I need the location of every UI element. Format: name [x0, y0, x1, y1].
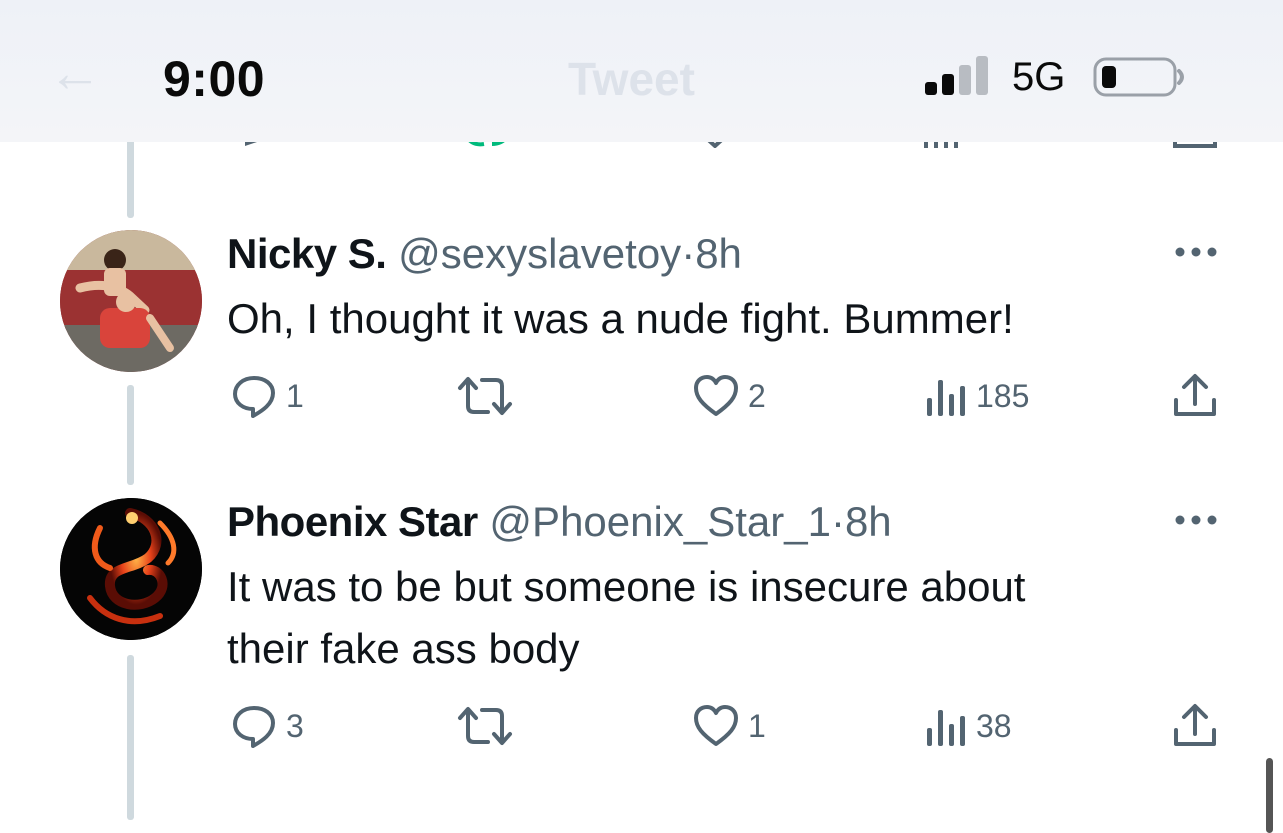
network-type: 5G	[1012, 55, 1066, 99]
reply-icon	[233, 376, 275, 418]
tweet-header: Nicky S. @sexyslavetoy·8h	[227, 230, 742, 278]
views-count: 38	[976, 707, 1012, 744]
tweet-text: It was to be but someone is insecure abo…	[227, 556, 1187, 680]
share-icon	[1174, 374, 1216, 416]
more-options-icon[interactable]	[1173, 245, 1219, 259]
reply-button[interactable]: 1	[230, 372, 304, 420]
like-button[interactable]: 2	[692, 372, 766, 420]
tweet-actions: 3 1 38	[0, 702, 1283, 752]
share-icon	[1174, 704, 1216, 746]
display-name[interactable]: Nicky S.	[227, 230, 387, 277]
retweet-icon	[458, 707, 512, 745]
more-options-icon[interactable]	[1173, 513, 1219, 527]
retweet-icon	[458, 377, 512, 415]
share-button[interactable]	[1172, 702, 1218, 750]
views-chart-icon	[927, 710, 965, 746]
tweet-text-line: It was to be but someone is insecure abo…	[227, 563, 1026, 610]
reply-icon	[233, 706, 275, 748]
separator: ·	[681, 230, 696, 277]
user-handle[interactable]: @sexyslavetoy	[398, 230, 681, 277]
tweet-text-line: their fake ass body	[227, 625, 580, 672]
heart-icon	[694, 705, 738, 746]
status-bar: ← Tweet 9:00 5G	[0, 0, 1283, 142]
signal-strength-icon	[925, 56, 988, 95]
tweet-text: Oh, I thought it was a nude fight. Bumme…	[227, 295, 1014, 342]
separator: ·	[830, 498, 845, 545]
battery-icon	[1093, 57, 1184, 97]
phoenix-avatar-icon	[60, 498, 202, 640]
views-count: 185	[976, 377, 1030, 414]
reply-button[interactable]: 3	[230, 702, 304, 750]
page-title: Tweet	[568, 53, 695, 105]
display-name[interactable]: Phoenix Star	[227, 498, 478, 545]
scrollbar[interactable]	[1266, 758, 1273, 833]
timestamp[interactable]: 8h	[695, 230, 742, 277]
like-count: 1	[748, 707, 766, 744]
like-count: 2	[748, 377, 766, 414]
tweet-actions: 1 2 185	[0, 372, 1283, 422]
thread-line	[127, 138, 134, 218]
views-button[interactable]: 38	[924, 702, 1012, 750]
status-time: 9:00	[163, 51, 266, 107]
timestamp[interactable]: 8h	[845, 498, 892, 545]
person-photo-avatar-icon	[60, 230, 202, 372]
user-handle[interactable]: @Phoenix_Star_1	[489, 498, 831, 545]
share-button[interactable]	[1172, 372, 1218, 420]
views-button[interactable]: 185	[924, 372, 1029, 420]
views-chart-icon	[927, 380, 965, 416]
retweet-button[interactable]	[456, 372, 522, 420]
avatar[interactable]	[60, 498, 202, 640]
heart-icon	[694, 375, 738, 416]
tweet-header: Phoenix Star @Phoenix_Star_1·8h	[227, 498, 892, 546]
like-button[interactable]: 1	[692, 702, 766, 750]
reply-count: 3	[286, 707, 304, 744]
reply-count: 1	[286, 377, 304, 414]
back-arrow-icon[interactable]: ←	[48, 42, 102, 104]
retweet-button[interactable]	[456, 702, 522, 750]
avatar[interactable]	[60, 230, 202, 372]
